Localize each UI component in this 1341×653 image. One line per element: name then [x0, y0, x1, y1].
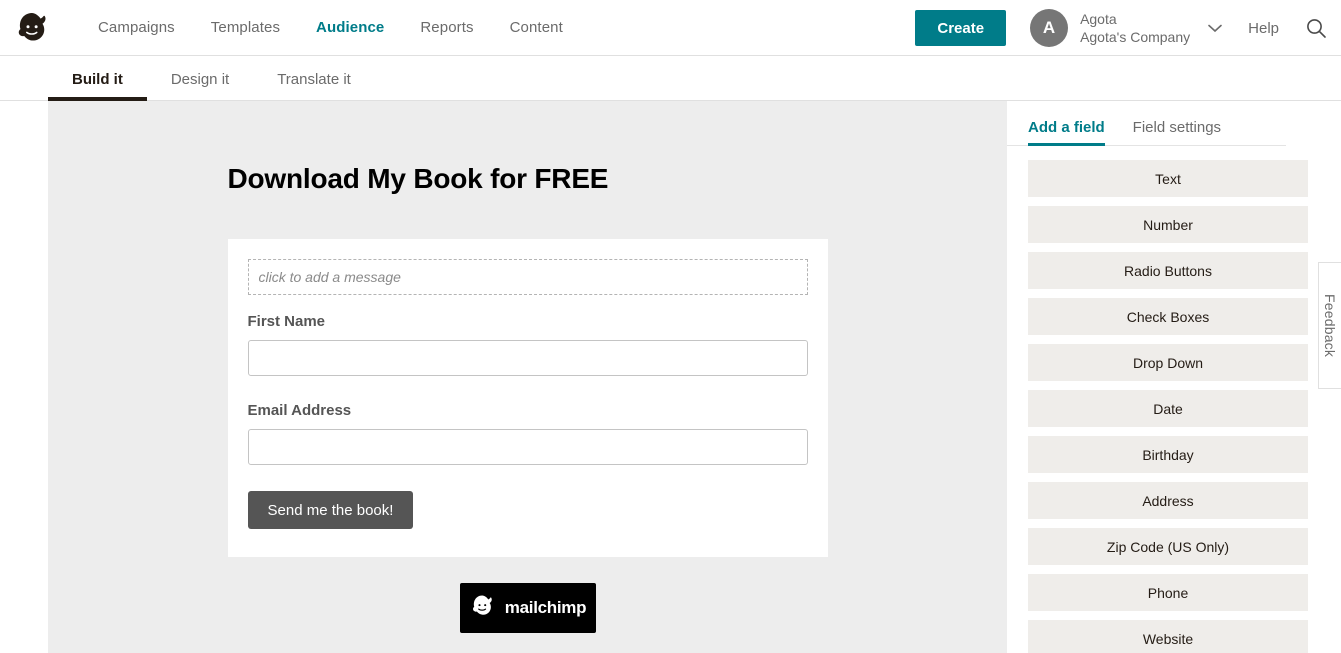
nav-label: Audience [316, 19, 385, 36]
mailchimp-logo-icon[interactable] [10, 6, 56, 50]
submit-button[interactable]: Send me the book! [247, 491, 414, 529]
page-title: Download My Book for FREE [227, 163, 609, 194]
builder-tabs: Build it Design it Translate it [0, 56, 1341, 101]
account-menu[interactable]: A Agota Agota's Company [1030, 9, 1222, 47]
nav-item-content[interactable]: Content [492, 13, 581, 42]
nav-label: Templates [210, 19, 281, 36]
tab-label: Design it [170, 71, 230, 88]
help-link[interactable]: Help [1248, 20, 1279, 37]
right-side-panel: Add a field Field settings Text Number R… [1007, 101, 1341, 653]
avatar: A [1030, 9, 1069, 47]
form-preview-canvas: Download My Book for FREE click to add a… [48, 101, 1007, 653]
main-navigation: Campaigns Templates Audience Reports Con… [80, 13, 581, 42]
field-type-number[interactable]: Number [1028, 206, 1308, 243]
feedback-tab[interactable]: Feedback [1318, 262, 1341, 389]
feedback-tab-label: Feedback [1322, 293, 1338, 358]
panel-tab-label: Field settings [1132, 119, 1222, 136]
field-type-radio[interactable]: Radio Buttons [1028, 252, 1308, 289]
field-type-text[interactable]: Text [1028, 160, 1308, 197]
nav-item-reports[interactable]: Reports [402, 13, 491, 42]
tab-label: Translate it [277, 71, 351, 88]
mailchimp-badge-wrapper: mailchimp [228, 583, 828, 633]
search-icon[interactable] [1305, 17, 1327, 39]
account-org-name: Agota's Company [1080, 29, 1191, 45]
field-type-dropdown[interactable]: Drop Down [1028, 344, 1308, 381]
tab-translate-it[interactable]: Translate it [253, 71, 375, 100]
tab-build-it[interactable]: Build it [48, 71, 147, 101]
field-type-zip-code[interactable]: Zip Code (US Only) [1028, 528, 1308, 565]
nav-item-templates[interactable]: Templates [193, 13, 298, 42]
field-type-list: Text Number Radio Buttons Check Boxes Dr… [1007, 146, 1341, 653]
tab-design-it[interactable]: Design it [147, 71, 253, 100]
field-label: First Name [247, 313, 326, 330]
create-button[interactable]: Create [915, 10, 1007, 46]
field-type-date[interactable]: Date [1028, 390, 1308, 427]
nav-item-campaigns[interactable]: Campaigns [80, 13, 193, 42]
tab-field-settings[interactable]: Field settings [1133, 119, 1221, 145]
mailchimp-badge[interactable]: mailchimp [459, 583, 596, 633]
form-container: Download My Book for FREE click to add a… [227, 101, 828, 633]
email-address-input[interactable] [247, 429, 808, 465]
message-placeholder[interactable]: click to add a message [247, 259, 808, 295]
header-right-cluster: Create A Agota Agota's Company Help [915, 0, 1341, 56]
mailchimp-logo-icon [469, 592, 497, 625]
chevron-down-icon[interactable] [1208, 21, 1222, 36]
form-field-first-name: First Name [247, 313, 808, 402]
nav-label: Campaigns [98, 19, 175, 36]
field-type-birthday[interactable]: Birthday [1028, 436, 1308, 473]
account-user-name: Agota [1080, 10, 1117, 27]
nav-item-audience[interactable]: Audience [298, 13, 402, 42]
form-field-email-address: Email Address [247, 402, 808, 491]
field-type-phone[interactable]: Phone [1028, 574, 1308, 611]
app-root: Campaigns Templates Audience Reports Con… [0, 0, 1341, 653]
mailchimp-badge-text: mailchimp [504, 598, 587, 617]
tab-label: Build it [72, 71, 123, 88]
field-label: Email Address [247, 402, 352, 419]
top-header: Campaigns Templates Audience Reports Con… [0, 0, 1341, 56]
field-type-checkboxes[interactable]: Check Boxes [1028, 298, 1308, 335]
panel-tab-label: Add a field [1028, 119, 1105, 136]
nav-label: Content [509, 19, 563, 36]
first-name-input[interactable] [247, 340, 808, 376]
field-type-website[interactable]: Website [1028, 620, 1308, 653]
field-type-address[interactable]: Address [1028, 482, 1308, 519]
signup-form-card: click to add a message First Name Email … [227, 239, 828, 557]
panel-tab-bar: Add a field Field settings [1007, 119, 1286, 146]
account-names: Agota Agota's Company [1080, 10, 1190, 47]
nav-label: Reports [420, 19, 474, 36]
tab-add-a-field[interactable]: Add a field [1028, 119, 1105, 146]
